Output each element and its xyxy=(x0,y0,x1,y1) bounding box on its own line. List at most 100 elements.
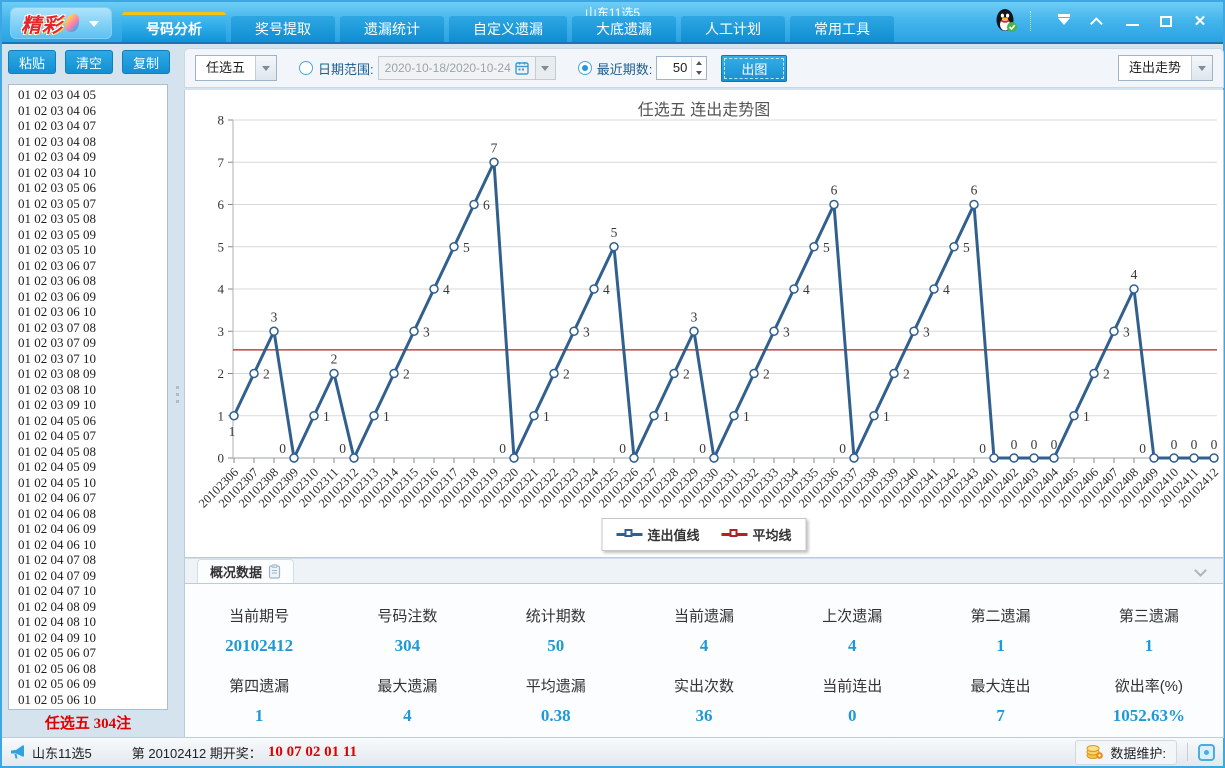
tab-manual-plan[interactable]: 人工计划 xyxy=(681,16,785,42)
stepper-down-button[interactable] xyxy=(692,68,706,79)
list-item[interactable]: 01 02 04 05 09 xyxy=(18,459,167,475)
list-item[interactable]: 01 02 05 06 09 xyxy=(18,676,167,692)
copy-summary-icon[interactable] xyxy=(268,564,281,579)
tab-prize-extract[interactable]: 奖号提取 xyxy=(231,16,335,42)
list-item[interactable]: 01 02 03 06 10 xyxy=(18,304,167,320)
list-item[interactable]: 01 02 04 07 08 xyxy=(18,552,167,568)
copy-button[interactable]: 复制 xyxy=(122,50,170,74)
data-point-marker xyxy=(410,327,418,335)
value-label: 2 xyxy=(403,367,410,382)
y-axis-label: 7 xyxy=(218,155,225,170)
play-type-dropdown-arrow[interactable] xyxy=(255,56,276,80)
list-item[interactable]: 01 02 03 05 10 xyxy=(18,242,167,258)
value-label: 1 xyxy=(883,409,890,424)
list-item[interactable]: 01 02 03 04 07 xyxy=(18,118,167,134)
data-maintenance-button[interactable]: 数据维护: xyxy=(1075,740,1177,765)
list-item[interactable]: 01 02 05 06 10 xyxy=(18,692,167,708)
list-item[interactable]: 01 02 04 08 10 xyxy=(18,614,167,630)
list-item[interactable]: 01 02 04 09 10 xyxy=(18,630,167,646)
plot-button[interactable]: 出图 xyxy=(721,55,787,82)
value-label: 0 xyxy=(1211,437,1218,452)
tab-pool-omission[interactable]: 大底遗漏 xyxy=(572,16,676,42)
tab-omission-stats[interactable]: 遗漏统计 xyxy=(340,16,444,42)
value-label: 0 xyxy=(279,441,286,456)
list-item[interactable]: 01 02 03 04 10 xyxy=(18,165,167,181)
list-item[interactable]: 01 02 04 07 10 xyxy=(18,583,167,599)
list-item[interactable]: 01 02 03 07 08 xyxy=(18,320,167,336)
list-item[interactable]: 01 02 05 06 07 xyxy=(18,645,167,661)
list-item[interactable]: 01 02 03 07 09 xyxy=(18,335,167,351)
list-item[interactable]: 01 02 03 04 09 xyxy=(18,149,167,165)
collapse-summary-icon[interactable] xyxy=(1194,564,1207,577)
list-item[interactable]: 01 02 03 08 10 xyxy=(18,382,167,398)
date-range-field[interactable]: 2020-10-18/2020-10-24 xyxy=(378,56,556,80)
value-label: 0 xyxy=(1191,437,1198,452)
list-item[interactable]: 01 02 04 06 10 xyxy=(18,537,167,553)
maximize-button[interactable] xyxy=(1153,10,1179,32)
clear-button[interactable]: 清空 xyxy=(65,50,113,74)
stat-value: 1052.63% xyxy=(1075,706,1223,726)
list-item[interactable]: 01 02 03 07 10 xyxy=(18,351,167,367)
list-item[interactable]: 01 02 04 05 08 xyxy=(18,444,167,460)
value-label: 0 xyxy=(1051,437,1058,452)
stepper-up-button[interactable] xyxy=(692,57,706,68)
series-legend-label: 连出值线 xyxy=(647,525,699,544)
list-item[interactable]: 01 02 04 05 10 xyxy=(18,475,167,491)
list-item[interactable]: 01 02 03 05 08 xyxy=(18,211,167,227)
list-item[interactable]: 01 02 03 09 10 xyxy=(18,397,167,413)
recent-periods-radio[interactable] xyxy=(578,61,592,75)
date-range-dropdown-arrow[interactable] xyxy=(535,57,555,79)
logo-dropdown-icon[interactable] xyxy=(89,21,99,32)
qq-avatar-icon[interactable] xyxy=(994,8,1018,34)
list-item[interactable]: 01 02 04 08 09 xyxy=(18,599,167,615)
chart-type-dropdown-arrow[interactable] xyxy=(1191,56,1212,80)
list-item[interactable]: 01 02 04 06 08 xyxy=(18,506,167,522)
recent-periods-stepper[interactable]: 50 xyxy=(656,56,707,80)
list-item[interactable]: 01 02 03 06 09 xyxy=(18,289,167,305)
collapse-up-button[interactable] xyxy=(1085,10,1111,32)
value-label: 1 xyxy=(663,409,670,424)
list-item[interactable]: 01 02 03 05 07 xyxy=(18,196,167,212)
recent-periods-label: 最近期数: xyxy=(597,59,653,78)
list-item[interactable]: 01 02 04 06 07 xyxy=(18,490,167,506)
minimize-button[interactable] xyxy=(1119,10,1145,32)
list-item[interactable]: 01 02 03 06 08 xyxy=(18,273,167,289)
list-item[interactable]: 01 02 03 05 06 xyxy=(18,180,167,196)
date-range-radio[interactable] xyxy=(299,61,313,75)
value-label: 4 xyxy=(443,282,450,297)
skin-menu-button[interactable] xyxy=(1051,10,1077,32)
play-type-dropdown[interactable]: 任选五 xyxy=(195,55,277,81)
list-item[interactable]: 01 02 04 07 09 xyxy=(18,568,167,584)
data-point-marker xyxy=(1190,454,1198,462)
list-item[interactable]: 01 02 03 04 08 xyxy=(18,134,167,150)
stat-value: 0.38 xyxy=(482,706,630,726)
list-item[interactable]: 01 02 04 05 06 xyxy=(18,413,167,429)
data-point-marker xyxy=(570,327,578,335)
value-label: 3 xyxy=(783,324,790,339)
close-button[interactable]: ✕ xyxy=(1187,10,1213,32)
app-logo-menu[interactable]: 精彩 xyxy=(10,7,112,39)
list-item[interactable]: 01 02 04 06 09 xyxy=(18,521,167,537)
y-axis-label: 0 xyxy=(218,451,225,466)
sidebar-splitter[interactable] xyxy=(172,46,182,738)
average-legend-label: 平均线 xyxy=(753,525,792,544)
list-item[interactable]: 01 02 04 05 07 xyxy=(18,428,167,444)
list-item[interactable]: 01 02 05 06 08 xyxy=(18,661,167,677)
list-item[interactable]: 01 02 03 08 09 xyxy=(18,366,167,382)
combination-list[interactable]: 01 02 03 04 0501 02 03 04 0601 02 03 04 … xyxy=(8,84,168,710)
list-item[interactable]: 01 02 03 05 09 xyxy=(18,227,167,243)
tab-custom-omission[interactable]: 自定义遗漏 xyxy=(449,16,567,42)
tab-common-tools[interactable]: 常用工具 xyxy=(790,16,894,42)
float-window-icon[interactable] xyxy=(1198,744,1215,761)
list-item[interactable]: 01 02 03 06 07 xyxy=(18,258,167,274)
paste-button[interactable]: 粘贴 xyxy=(8,50,56,74)
tab-number-analysis[interactable]: 号码分析 xyxy=(122,12,226,42)
list-item[interactable]: 01 02 03 04 06 xyxy=(18,103,167,119)
chart-type-dropdown[interactable]: 连出走势 xyxy=(1118,55,1213,81)
list-item[interactable]: 01 02 03 04 05 xyxy=(18,87,167,103)
data-point-marker xyxy=(530,412,538,420)
logo-swoosh-icon xyxy=(65,14,79,32)
value-label: 1 xyxy=(743,409,750,424)
combination-count-label: 任选五 304注 xyxy=(8,712,168,736)
calendar-icon xyxy=(515,61,529,75)
